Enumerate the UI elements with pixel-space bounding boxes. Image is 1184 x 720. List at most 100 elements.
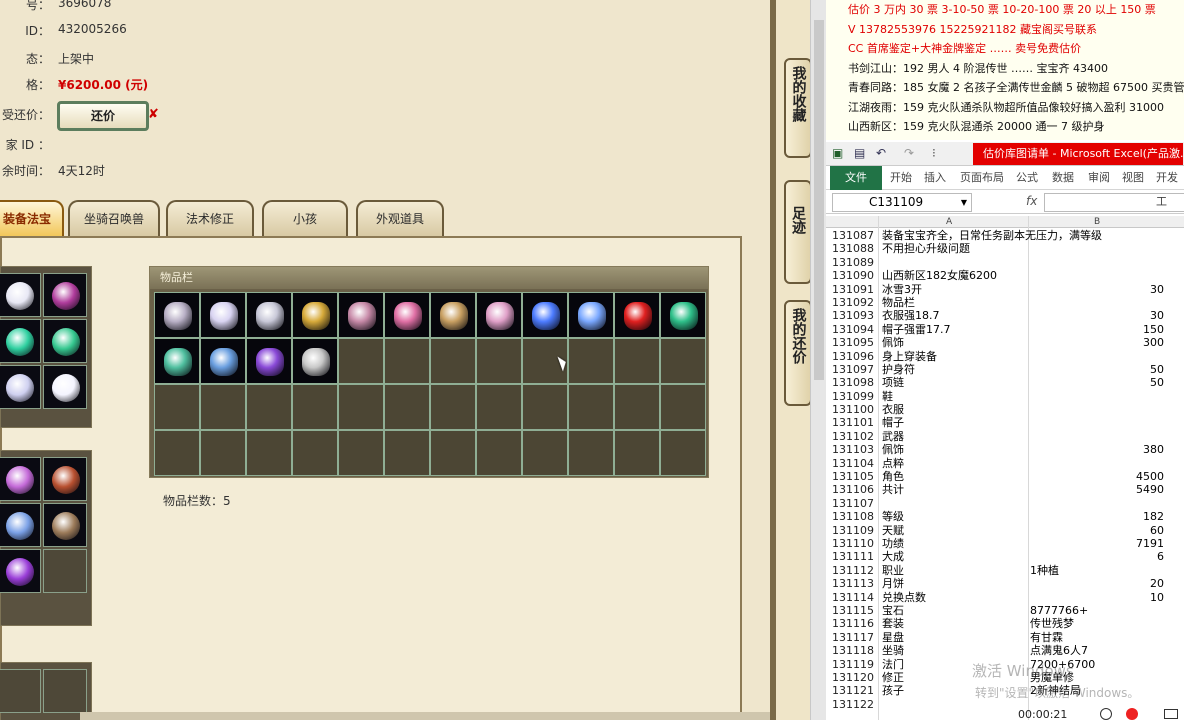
row-number[interactable]: 131117	[832, 631, 878, 644]
cell-a[interactable]: 鞋	[882, 390, 893, 403]
row-number[interactable]: 131105	[832, 470, 878, 483]
cell-a[interactable]: 衣服	[882, 403, 904, 416]
inventory-slot[interactable]	[292, 384, 338, 430]
cell-a[interactable]: 衣服强18.7	[882, 309, 940, 322]
chevron-down-icon[interactable]: ▼	[961, 194, 967, 211]
row-number[interactable]: 131098	[832, 376, 878, 389]
inventory-slot[interactable]	[338, 430, 384, 476]
row-number[interactable]: 131104	[832, 457, 878, 470]
equip-slot[interactable]	[0, 503, 41, 547]
cell-a[interactable]: 角色	[882, 470, 904, 483]
cell-a[interactable]: 帽子	[882, 416, 904, 429]
cell-a[interactable]: 身上穿装备	[882, 350, 937, 363]
cell-b[interactable]: 300	[1030, 336, 1164, 349]
cell-a[interactable]: 职业	[882, 564, 904, 577]
inventory-slot[interactable]	[568, 430, 614, 476]
equip-slot[interactable]	[43, 549, 87, 593]
row-number[interactable]: 131101	[832, 416, 878, 429]
row-number[interactable]: 131096	[832, 350, 878, 363]
row-number[interactable]: 131102	[832, 430, 878, 443]
inventory-slot[interactable]	[384, 384, 430, 430]
cell-a[interactable]: 兑换点数	[882, 591, 926, 604]
haggle-button[interactable]: 还价	[57, 101, 149, 131]
scrollbar-thumb[interactable]	[814, 20, 824, 380]
close-icon[interactable]: ✘	[148, 107, 159, 122]
cell-b[interactable]: 50	[1030, 376, 1164, 389]
inventory-slot[interactable]	[430, 292, 476, 338]
my-offers-button[interactable]: 我的还价	[784, 300, 812, 406]
tab-appearance[interactable]: 外观道具	[356, 200, 444, 236]
tab-mounts[interactable]: 坐骑召唤兽	[68, 200, 160, 236]
inventory-slot[interactable]	[660, 338, 706, 384]
cell-b[interactable]: 50	[1030, 363, 1164, 376]
equip-slot[interactable]	[43, 503, 87, 547]
cell-a[interactable]: 月饼	[882, 577, 904, 590]
cell-a[interactable]: 帽子强雷17.7	[882, 323, 951, 336]
cell-b[interactable]: 150	[1030, 323, 1164, 336]
ribbon-tab[interactable]: 视图	[1122, 166, 1144, 190]
column-header-b[interactable]: B	[1094, 216, 1100, 228]
inventory-slot[interactable]	[660, 292, 706, 338]
tab-spells[interactable]: 法术修正	[166, 200, 254, 236]
cell-a[interactable]: 套装	[882, 617, 904, 630]
row-number[interactable]: 131119	[832, 658, 878, 671]
inventory-slot[interactable]	[660, 384, 706, 430]
cell-b[interactable]: 4500	[1030, 470, 1164, 483]
row-number[interactable]: 131114	[832, 591, 878, 604]
customize-icon[interactable]: ⁝	[932, 146, 936, 160]
tab-child[interactable]: 小孩	[262, 200, 348, 236]
camera-icon[interactable]	[1164, 709, 1178, 719]
inventory-slot[interactable]	[522, 430, 568, 476]
inventory-slot[interactable]	[246, 430, 292, 476]
row-number[interactable]: 131115	[832, 604, 878, 617]
cell-a[interactable]: 等级	[882, 510, 904, 523]
cell-b[interactable]: 60	[1030, 524, 1164, 537]
inventory-slot[interactable]	[154, 430, 200, 476]
inventory-slot[interactable]	[614, 384, 660, 430]
row-number[interactable]: 131122	[832, 698, 878, 711]
row-number[interactable]: 131087	[832, 229, 878, 242]
undo-icon[interactable]: ↶	[876, 146, 886, 160]
row-number[interactable]: 131090	[832, 269, 878, 282]
name-box[interactable]: C131109 ▼	[832, 193, 972, 212]
row-number[interactable]: 131099	[832, 390, 878, 403]
inventory-slot[interactable]	[200, 338, 246, 384]
cell-a[interactable]: 宝石	[882, 604, 904, 617]
row-number[interactable]: 131095	[832, 336, 878, 349]
vertical-scrollbar[interactable]	[810, 0, 826, 720]
equip-slot[interactable]	[0, 669, 41, 713]
inventory-slot[interactable]	[522, 292, 568, 338]
inventory-slot[interactable]	[154, 292, 200, 338]
equip-slot[interactable]	[43, 457, 87, 501]
equip-slot[interactable]	[0, 319, 41, 363]
equip-slot[interactable]	[0, 457, 41, 501]
column-header-a[interactable]: A	[946, 216, 952, 228]
inventory-slot[interactable]	[200, 384, 246, 430]
ribbon-tab[interactable]: 公式	[1016, 166, 1038, 190]
cell-b[interactable]: 380	[1030, 443, 1164, 456]
inventory-slot[interactable]	[568, 338, 614, 384]
equip-slot[interactable]	[43, 669, 87, 713]
cell-b[interactable]: 点满鬼6人7	[1030, 644, 1164, 657]
row-number[interactable]: 131100	[832, 403, 878, 416]
row-number[interactable]: 131091	[832, 283, 878, 296]
row-number[interactable]: 131116	[832, 617, 878, 630]
inventory-slot[interactable]	[660, 430, 706, 476]
inventory-slot[interactable]	[292, 292, 338, 338]
inventory-slot[interactable]	[430, 384, 476, 430]
row-number[interactable]: 131108	[832, 510, 878, 523]
cell-a[interactable]: 坐骑	[882, 644, 904, 657]
inventory-slot[interactable]	[292, 430, 338, 476]
row-number[interactable]: 131103	[832, 443, 878, 456]
row-number[interactable]: 131121	[832, 684, 878, 697]
inventory-slot[interactable]	[430, 338, 476, 384]
equip-slot[interactable]	[0, 549, 41, 593]
inventory-slot[interactable]	[200, 292, 246, 338]
inventory-slot[interactable]	[338, 338, 384, 384]
inventory-slot[interactable]	[384, 430, 430, 476]
cell-a[interactable]: 护身符	[882, 363, 915, 376]
fx-icon[interactable]: fx	[1026, 194, 1037, 208]
inventory-slot[interactable]	[338, 384, 384, 430]
cell-b[interactable]: 8777766+	[1030, 604, 1164, 617]
ribbon-tab[interactable]: 数据	[1052, 166, 1074, 190]
